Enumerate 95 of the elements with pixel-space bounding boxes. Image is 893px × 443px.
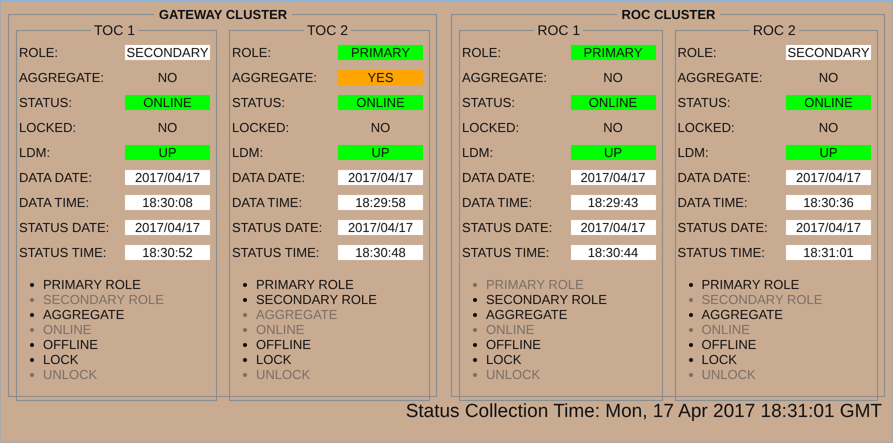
field-value: 2017/04/17 [338, 170, 423, 185]
field-value: ONLINE [125, 95, 210, 110]
field-label: DATA TIME: [19, 195, 90, 210]
field-label: LDM: [19, 145, 52, 160]
field-value: 2017/04/17 [786, 220, 871, 235]
field-value: PRIMARY [570, 45, 656, 60]
action-link[interactable]: AGGREGATE [686, 307, 783, 322]
field-label: LOCKED: [232, 120, 290, 135]
field-value: NO [156, 70, 178, 85]
action-link[interactable]: PRIMARY ROLE [240, 277, 354, 292]
field-label: ROLE: [19, 45, 60, 60]
action-link[interactable]: PRIMARY ROLE [27, 277, 141, 292]
field-value: ONLINE [786, 95, 871, 110]
field-label: STATUS DATE: [462, 220, 554, 235]
field-label: AGGREGATE: [462, 70, 548, 85]
field-label: DATA TIME: [232, 195, 304, 210]
node-title: TOC 1 [93, 22, 136, 38]
action-link[interactable]: AGGREGATE [27, 307, 124, 322]
field-label: DATA TIME: [462, 195, 534, 210]
field-label: LOCKED: [462, 120, 520, 135]
status-collection-time: Status Collection Time: Mon, 17 Apr 2017 18:31:01 GMT [406, 401, 882, 422]
field-value: 18:30:08 [125, 195, 210, 210]
field-value: 18:30:48 [338, 245, 423, 260]
cluster-title: GATEWAY CLUSTER [158, 7, 288, 22]
field-value: SECONDARY [125, 45, 210, 60]
field-value: UP [570, 145, 656, 160]
field-label: DATA DATE: [232, 170, 306, 185]
field-value: 2017/04/17 [570, 220, 656, 235]
field-value: 18:30:52 [125, 245, 210, 260]
field-label: STATUS TIME: [462, 245, 550, 260]
field-label: LOCKED: [19, 120, 78, 135]
field-value: NO [156, 120, 178, 135]
field-value: UP [786, 145, 871, 160]
node-title: ROC 2 [752, 22, 797, 38]
field-value: 2017/04/17 [125, 220, 210, 235]
field-value: NO [602, 120, 624, 135]
action-link[interactable]: AGGREGATE [470, 307, 568, 322]
field-value: 2017/04/17 [338, 220, 423, 235]
node-title: ROC 1 [536, 22, 582, 38]
action-link[interactable]: SECONDARY ROLE [470, 292, 607, 307]
field-label: LDM: [678, 145, 710, 160]
field-label: AGGREGATE: [678, 70, 764, 85]
field-value: YES [338, 70, 423, 85]
field-value: 2017/04/17 [125, 170, 210, 185]
field-label: STATUS TIME: [19, 245, 108, 260]
field-value: UP [338, 145, 423, 160]
field-value: 18:30:44 [570, 245, 656, 260]
field-label: STATUS: [232, 95, 286, 110]
node-title: TOC 2 [306, 22, 349, 38]
field-value: 18:31:01 [786, 245, 871, 260]
action-link[interactable]: LOCK [27, 352, 78, 367]
field-value: ONLINE [338, 95, 423, 110]
field-value: 18:29:43 [570, 195, 656, 210]
field-label: STATUS DATE: [19, 220, 110, 235]
field-label: DATA TIME: [678, 195, 749, 210]
field-label: DATA DATE: [19, 170, 93, 185]
field-label: AGGREGATE: [19, 70, 105, 85]
action-link[interactable]: OFFLINE [240, 337, 311, 352]
field-label: STATUS TIME: [232, 245, 320, 260]
action-link[interactable]: OFFLINE [686, 337, 756, 352]
field-label: STATUS: [462, 95, 516, 110]
action-link[interactable]: LOCK [470, 352, 522, 367]
field-value: 18:29:58 [338, 195, 423, 210]
field-label: ROLE: [678, 45, 718, 60]
action-link[interactable]: OFFLINE [27, 337, 98, 352]
action-link[interactable]: OFFLINE [470, 337, 541, 352]
field-label: STATUS DATE: [678, 220, 769, 235]
field-value: ONLINE [570, 95, 656, 110]
field-label: LOCKED: [678, 120, 736, 135]
field-label: STATUS: [19, 95, 73, 110]
field-value: 2017/04/17 [786, 170, 871, 185]
field-value: NO [370, 120, 392, 135]
cluster-title: ROC CLUSTER [620, 7, 716, 22]
field-label: DATA DATE: [462, 170, 536, 185]
action-link[interactable]: SECONDARY ROLE [240, 292, 377, 307]
field-value: SECONDARY [786, 45, 871, 60]
field-value: 2017/04/17 [570, 170, 656, 185]
field-label: ROLE: [232, 45, 272, 60]
field-label: LDM: [232, 145, 264, 160]
field-value: 18:30:36 [786, 195, 871, 210]
field-label: ROLE: [462, 45, 502, 60]
field-label: STATUS TIME: [678, 245, 766, 260]
action-link[interactable]: LOCK [686, 352, 737, 367]
field-label: STATUS DATE: [232, 220, 324, 235]
action-link[interactable]: LOCK [240, 352, 292, 367]
field-value: PRIMARY [338, 45, 423, 60]
action-link[interactable]: PRIMARY ROLE [686, 277, 800, 292]
field-label: LDM: [462, 145, 494, 160]
field-label: DATA DATE: [678, 170, 752, 185]
field-label: AGGREGATE: [232, 70, 318, 85]
field-value: NO [818, 70, 840, 85]
field-value: NO [602, 70, 624, 85]
field-value: NO [818, 120, 840, 135]
field-value: UP [125, 145, 210, 160]
field-label: STATUS: [678, 95, 732, 110]
